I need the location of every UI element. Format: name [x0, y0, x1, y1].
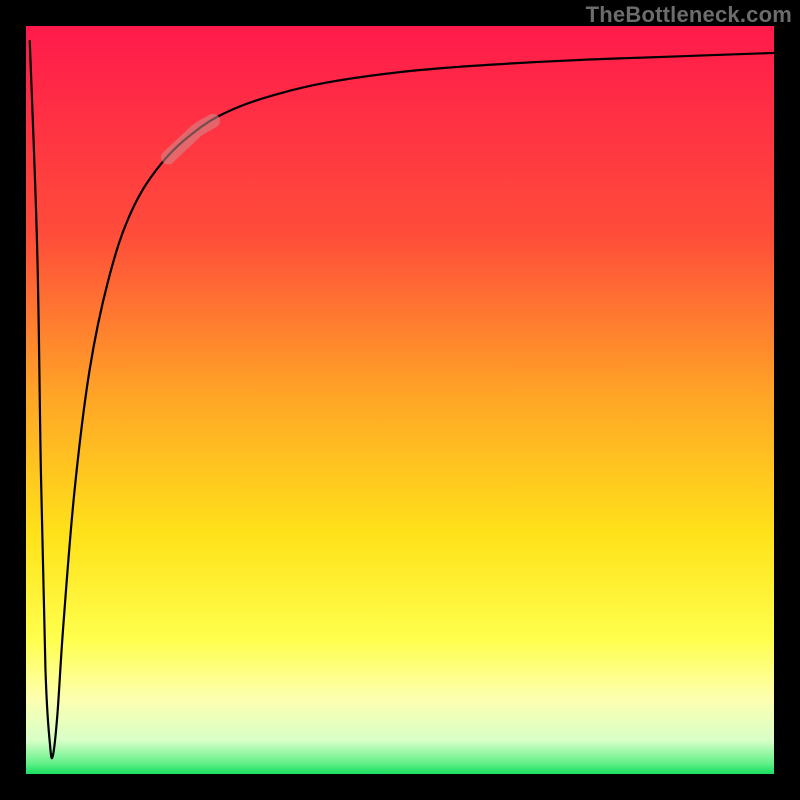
watermark-text: TheBottleneck.com: [586, 2, 792, 28]
plot-area: [26, 26, 774, 774]
bottleneck-chart: [0, 0, 800, 800]
